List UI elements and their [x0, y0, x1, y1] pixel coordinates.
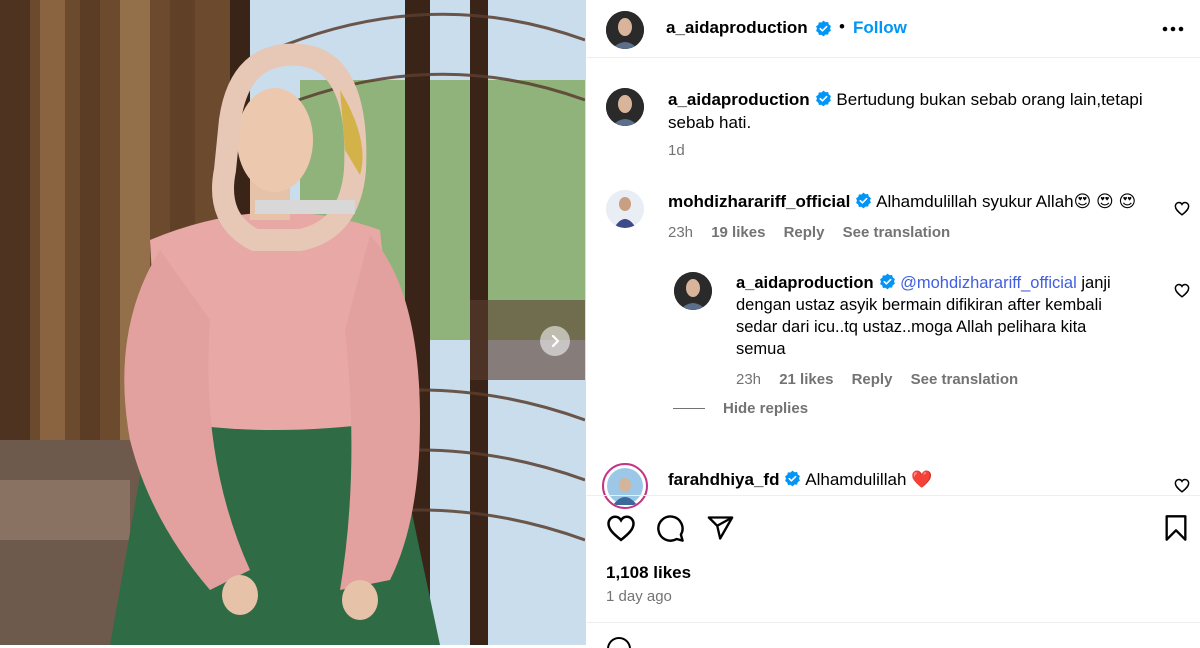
like-heart-icon[interactable]	[606, 514, 636, 542]
caption-time: 1d	[668, 142, 685, 159]
caption-text-line1: Bertudung bukan sebab orang lain,tetapi	[836, 90, 1143, 109]
post-actions: 1,108 likes 1 day ago	[586, 495, 1200, 648]
comment-username[interactable]: mohdizharariff_official	[668, 192, 850, 211]
reply-text-line1: janji	[1076, 274, 1111, 292]
post-details-panel: a_aidaproduction • Follow a_aidaproducti…	[585, 0, 1200, 648]
reply-text-line4: semua	[736, 340, 786, 358]
comment-icon[interactable]	[656, 514, 685, 543]
reply-like-heart-icon[interactable]	[1174, 283, 1190, 298]
verified-badge-icon	[815, 90, 831, 107]
comment-body: farahdhiya_fd Alhamdulillah ❤️	[668, 468, 1168, 491]
comment-meta: 23h 19 likes Reply See translation	[668, 224, 950, 241]
comment-avatar[interactable]	[606, 190, 644, 228]
add-comment-divider	[586, 622, 1200, 623]
header-separator: •	[839, 17, 845, 36]
verified-badge-icon	[856, 192, 872, 209]
reply-see-translation[interactable]: See translation	[911, 371, 1019, 388]
reply-avatar[interactable]	[674, 272, 712, 310]
comment-like-heart-icon[interactable]	[1174, 478, 1190, 493]
avatar-image	[674, 272, 712, 310]
reply-mention-link[interactable]: @mohdizharariff_official	[900, 274, 1077, 292]
comment-likes-count[interactable]: 19 likes	[711, 224, 765, 241]
comment-see-translation[interactable]: See translation	[843, 224, 951, 241]
comment-username[interactable]: farahdhiya_fd	[668, 470, 779, 489]
reply-meta: 23h 21 likes Reply See translation	[736, 371, 1018, 388]
chevron-right-icon	[551, 334, 560, 348]
hide-replies-button[interactable]: Hide replies	[723, 400, 808, 417]
comment-text: Alhamdulillah ❤️	[805, 470, 933, 489]
avatar-image	[606, 88, 644, 126]
caption-avatar[interactable]	[606, 88, 644, 126]
share-send-icon[interactable]	[706, 514, 735, 542]
comment-time: 23h	[668, 224, 694, 241]
reply-reply-button[interactable]: Reply	[852, 371, 893, 388]
post-author-username[interactable]: a_aidaproduction	[666, 18, 808, 38]
reply-text-line2: dengan ustaz asyik bermain difikiran aft…	[736, 296, 1102, 314]
reply-text-line3: sedar dari icu..tq ustaz..moga Allah pel…	[736, 318, 1087, 336]
next-photo-button[interactable]	[540, 326, 570, 356]
more-horizontal-icon[interactable]	[1162, 26, 1184, 32]
reply-likes-count[interactable]: 21 likes	[779, 371, 833, 388]
caption: a_aidaproduction Bertudung bukan sebab o…	[668, 88, 1168, 134]
post-photo[interactable]	[0, 0, 585, 645]
reply-time: 23h	[736, 371, 762, 388]
follow-button[interactable]: Follow	[853, 18, 907, 38]
verified-badge-icon	[879, 273, 895, 290]
post-time-ago: 1 day ago	[606, 588, 672, 605]
avatar[interactable]	[606, 11, 644, 49]
caption-text-line2: sebab hati.	[668, 113, 752, 132]
comment-like-heart-icon[interactable]	[1174, 201, 1190, 216]
reply-body: a_aidaproduction @mohdizharariff_officia…	[736, 272, 1176, 360]
post-header: a_aidaproduction • Follow	[586, 0, 1200, 58]
reply-username[interactable]: a_aidaproduction	[736, 274, 874, 292]
photo-illustration	[0, 0, 585, 645]
comment-text: Alhamdulillah syukur Allah😍 😍 😍	[876, 192, 1137, 211]
verified-badge-icon	[816, 20, 831, 37]
emoji-icon[interactable]	[606, 636, 632, 648]
caption-username[interactable]: a_aidaproduction	[668, 90, 810, 109]
bookmark-icon[interactable]	[1164, 514, 1188, 542]
post-likes-count[interactable]: 1,108 likes	[606, 563, 691, 583]
comment-body: mohdizharariff_official Alhamdulillah sy…	[668, 190, 1168, 213]
verified-badge-icon	[785, 470, 801, 487]
avatar-image	[606, 190, 644, 228]
comment-reply-button[interactable]: Reply	[784, 224, 825, 241]
avatar-image	[606, 11, 644, 49]
hide-replies-divider	[673, 408, 705, 409]
